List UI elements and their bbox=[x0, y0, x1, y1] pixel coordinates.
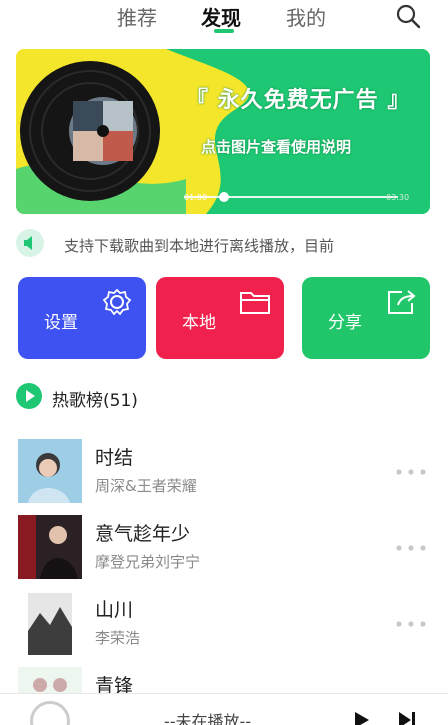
more-icon[interactable] bbox=[393, 538, 429, 558]
banner-time-end: 03:30 bbox=[386, 193, 410, 202]
gear-icon bbox=[102, 288, 132, 316]
settings-label: 设置 bbox=[44, 313, 78, 333]
speaker-icon bbox=[16, 229, 44, 257]
hot-chart-title: 热歌榜(51) bbox=[52, 391, 138, 411]
song-artist: 摩登兄弟刘宇宁 bbox=[95, 553, 201, 571]
album-cover bbox=[18, 591, 82, 655]
song-title: 时结 bbox=[95, 447, 134, 469]
play-icon[interactable] bbox=[350, 710, 372, 725]
tab-discover[interactable]: 发现 bbox=[201, 2, 241, 31]
banner-subtitle: 点击图片查看使用说明 bbox=[201, 138, 352, 156]
active-tab-indicator bbox=[214, 29, 234, 33]
mini-player[interactable]: --未在播放-- bbox=[0, 693, 448, 725]
tab-recommend[interactable]: 推荐 bbox=[117, 2, 157, 31]
share-card[interactable]: 分享 bbox=[302, 277, 430, 359]
banner-title: 『 永久免费无广告 』 bbox=[186, 87, 411, 113]
next-icon[interactable] bbox=[396, 710, 418, 725]
song-title: 山川 bbox=[95, 599, 134, 621]
promo-banner[interactable]: 『 永久免费无广告 』 点击图片查看使用说明 01:00 03:30 bbox=[16, 49, 430, 214]
song-row[interactable]: 山川 李荣浩 bbox=[0, 591, 448, 665]
banner-artwork bbox=[16, 49, 430, 214]
search-icon[interactable] bbox=[394, 2, 422, 30]
notice-text: 支持下载歌曲到本地进行离线播放，目前 bbox=[64, 237, 335, 255]
folder-icon bbox=[240, 292, 270, 314]
top-tab-bar: 推荐 发现 我的 bbox=[0, 0, 448, 44]
song-row[interactable]: 时结 周深&王者荣耀 bbox=[0, 439, 448, 513]
share-label: 分享 bbox=[328, 313, 362, 333]
album-cover bbox=[18, 439, 82, 503]
play-circle-icon[interactable] bbox=[16, 383, 42, 409]
song-row[interactable]: 意气趁年少 摩登兄弟刘宇宁 bbox=[0, 515, 448, 589]
song-title: 意气趁年少 bbox=[95, 523, 191, 545]
share-icon bbox=[388, 290, 416, 314]
settings-card[interactable]: 设置 bbox=[18, 277, 146, 359]
album-cover bbox=[18, 515, 82, 579]
more-icon[interactable] bbox=[393, 614, 429, 634]
banner-time-start: 01:00 bbox=[184, 193, 208, 202]
song-artist: 李荣浩 bbox=[95, 629, 141, 647]
more-icon[interactable] bbox=[393, 462, 429, 482]
song-artist: 周深&王者荣耀 bbox=[95, 477, 197, 495]
player-status: --未在播放-- bbox=[164, 712, 252, 725]
disc-icon[interactable] bbox=[30, 701, 70, 725]
local-label: 本地 bbox=[182, 313, 216, 333]
notice-bar[interactable]: 支持下载歌曲到本地进行离线播放，目前 bbox=[16, 226, 430, 260]
local-card[interactable]: 本地 bbox=[156, 277, 284, 359]
tab-mine[interactable]: 我的 bbox=[286, 2, 326, 31]
